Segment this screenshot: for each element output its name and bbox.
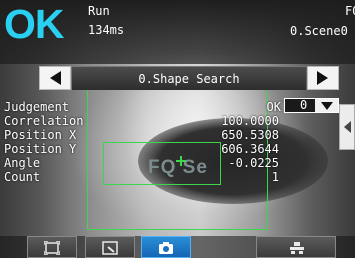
result-label: Count [4, 170, 41, 184]
scene-name: 0.Scene0 [290, 24, 348, 38]
display-index-select[interactable]: 0 [284, 98, 339, 113]
result-label: Correlation [4, 114, 84, 128]
result-value: 650.5308 [221, 128, 279, 142]
settings-button[interactable] [256, 236, 336, 258]
fit-view-button[interactable] [27, 236, 77, 258]
run-mode: Run [88, 4, 110, 18]
tool-name: 0.Shape Search [138, 72, 240, 86]
result-label: Position Y [4, 142, 77, 156]
processing-time: 134ms [88, 23, 125, 37]
result-label: Angle [4, 156, 41, 170]
zoom-icon [102, 241, 118, 255]
result-value: 1 [271, 170, 279, 184]
tool-selector[interactable]: 0.Shape Search [72, 66, 306, 90]
display-index-value: 0 [300, 98, 308, 112]
right-triangle-icon [317, 71, 328, 85]
left-triangle-icon [344, 121, 351, 133]
down-triangle-icon [321, 102, 333, 110]
result-value: 606.3644 [221, 142, 279, 156]
result-value: OK [266, 100, 281, 114]
dropdown-button[interactable] [315, 99, 338, 112]
detection-crosshair [176, 156, 186, 166]
device-label: FQ [345, 4, 355, 18]
next-tool-button[interactable] [307, 66, 339, 90]
settings-icon [290, 242, 304, 254]
left-triangle-icon [50, 71, 61, 85]
prev-tool-button[interactable] [39, 66, 71, 90]
overall-judgement: OK [4, 1, 64, 47]
side-panel-tab[interactable] [339, 104, 355, 150]
status-bar: OK Run 134ms FQ 0.Scene0 [0, 0, 355, 64]
zoom-button[interactable] [85, 236, 135, 258]
camera-button[interactable] [141, 236, 191, 258]
result-value: -0.0225 [228, 156, 279, 170]
result-label: Position X [4, 128, 77, 142]
sensor-screen: FQ Se OK Run 134ms FQ 0.Scene0 0.Shape S… [0, 0, 355, 258]
fit-frame-icon [44, 241, 60, 255]
model-region [103, 142, 221, 185]
result-value: 100.0000 [221, 114, 279, 128]
camera-icon [159, 242, 173, 254]
result-label: Judgement [4, 100, 70, 114]
